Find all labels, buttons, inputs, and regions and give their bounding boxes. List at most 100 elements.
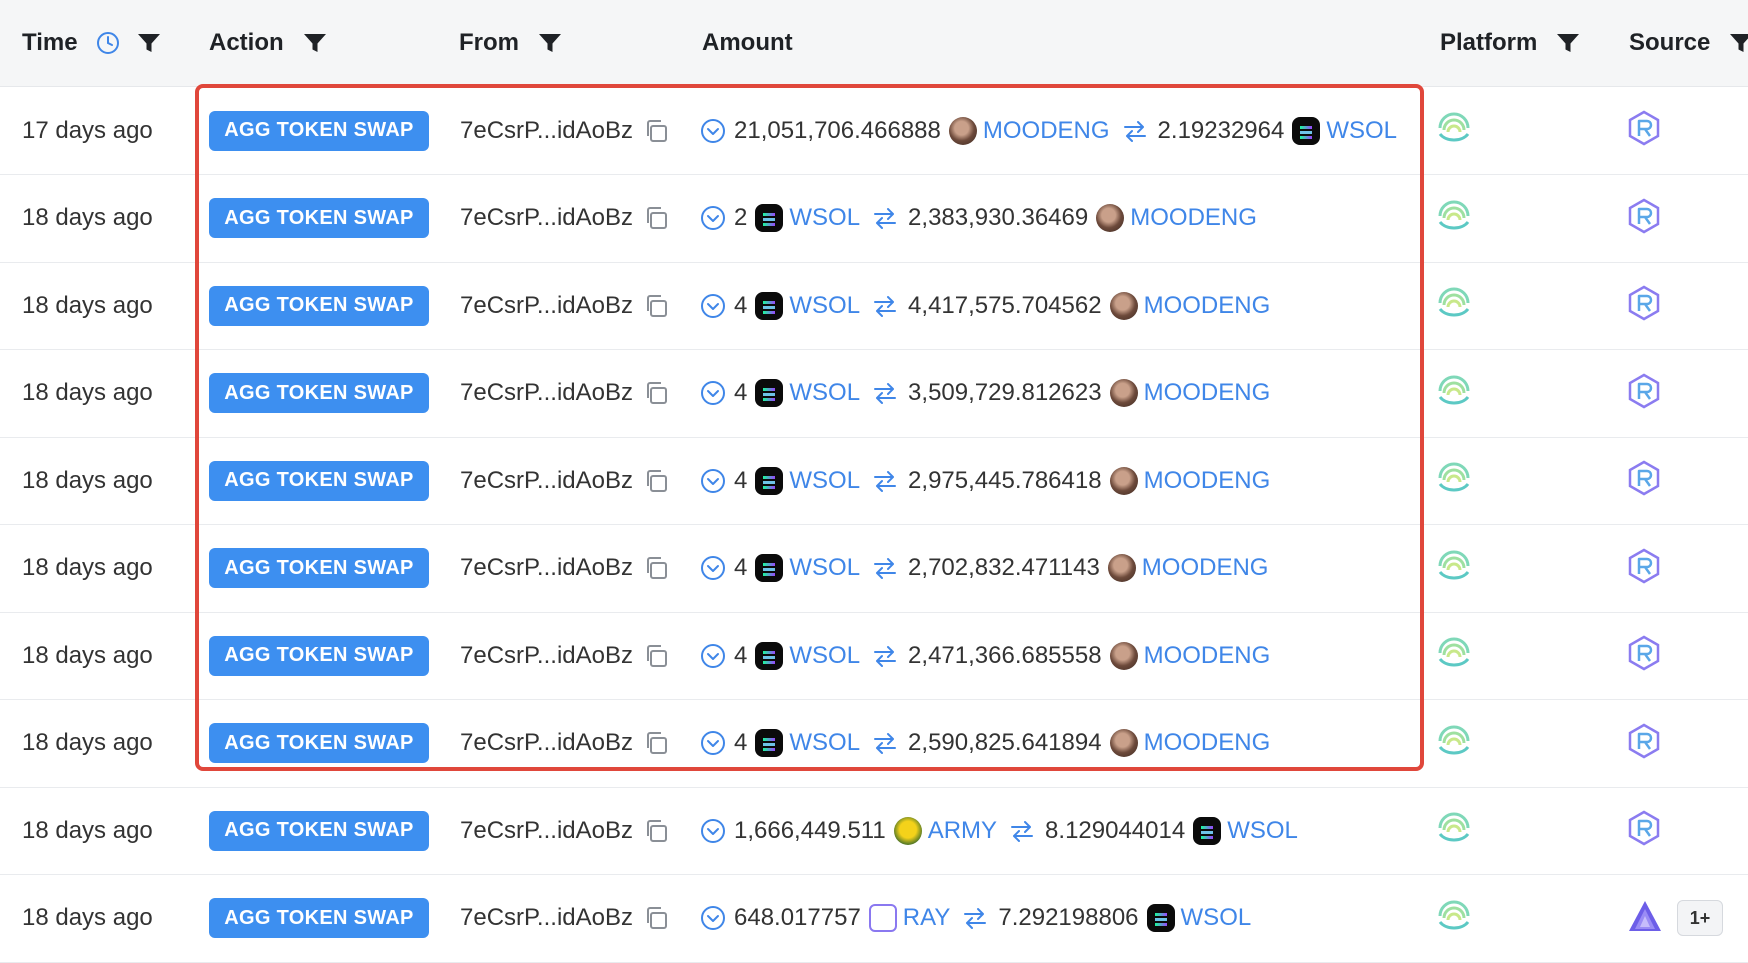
token-out-link[interactable]: MOODENG — [1144, 379, 1271, 407]
platform-logo-icon[interactable] — [1436, 373, 1472, 414]
platform-logo-icon[interactable] — [1436, 198, 1472, 239]
copy-icon[interactable] — [643, 818, 669, 844]
filter-icon[interactable] — [302, 31, 328, 55]
raydium-icon[interactable] — [1627, 285, 1661, 326]
swap-arrows-icon — [872, 557, 898, 579]
action-cell: AGG TOKEN SWAP — [209, 175, 429, 262]
token-in-link[interactable]: RAY — [903, 904, 951, 932]
from-address-link[interactable]: 7eCsrP...idAoBz — [460, 467, 633, 495]
copy-icon[interactable] — [643, 293, 669, 319]
action-badge[interactable]: AGG TOKEN SWAP — [209, 548, 429, 588]
action-badge[interactable]: AGG TOKEN SWAP — [209, 373, 429, 413]
token-in-link[interactable]: WSOL — [789, 554, 860, 582]
action-badge[interactable]: AGG TOKEN SWAP — [209, 635, 429, 676]
time-cell: 18 days ago — [22, 612, 153, 699]
token-out-link[interactable]: MOODENG — [1144, 642, 1271, 670]
copy-icon[interactable] — [643, 118, 669, 144]
amount-in-value: 4 — [734, 291, 748, 319]
action-badge[interactable]: AGG TOKEN SWAP — [209, 460, 429, 501]
raydium-icon[interactable] — [1627, 460, 1661, 501]
chevron-down-icon[interactable] — [700, 730, 726, 756]
chevron-down-icon[interactable] — [700, 205, 726, 231]
action-badge[interactable]: AGG TOKEN SWAP — [209, 110, 429, 151]
chevron-down-icon[interactable] — [700, 118, 726, 144]
token-in-link[interactable]: WSOL — [789, 379, 860, 407]
from-address-link[interactable]: 7eCsrP...idAoBz — [460, 642, 633, 670]
raydium-icon[interactable] — [1627, 198, 1661, 239]
filter-icon[interactable] — [1555, 31, 1581, 55]
copy-icon[interactable] — [643, 380, 669, 406]
token-in-link[interactable]: WSOL — [789, 642, 860, 670]
from-address-link[interactable]: 7eCsrP...idAoBz — [460, 204, 633, 232]
filter-icon[interactable] — [136, 31, 162, 55]
chevron-down-icon[interactable] — [700, 555, 726, 581]
amount-cell: 4 WSOL 2,590,825.641894 MOODENG — [700, 700, 1270, 787]
from-address-link[interactable]: 7eCsrP...idAoBz — [460, 817, 633, 845]
token-in-link[interactable]: MOODENG — [983, 117, 1110, 145]
raydium-icon[interactable] — [1627, 373, 1661, 414]
copy-icon[interactable] — [643, 730, 669, 756]
raydium-icon[interactable] — [1627, 810, 1661, 851]
token-in-link[interactable]: WSOL — [789, 204, 860, 232]
table-row: 18 days ago AGG TOKEN SWAP 7eCsrP...idAoBz… — [0, 262, 1748, 350]
raydium-icon[interactable] — [1627, 723, 1661, 764]
meteora-icon[interactable] — [1627, 899, 1663, 938]
token-out-link[interactable]: MOODENG — [1144, 467, 1271, 495]
token-out-link[interactable]: MOODENG — [1144, 292, 1271, 320]
chevron-down-icon[interactable] — [700, 293, 726, 319]
token-out-link[interactable]: WSOL — [1326, 117, 1397, 145]
token-in-link[interactable]: ARMY — [928, 817, 997, 845]
platform-logo-icon[interactable] — [1436, 898, 1472, 939]
action-badge[interactable]: AGG TOKEN SWAP — [209, 285, 429, 326]
platform-logo-icon[interactable] — [1436, 548, 1472, 589]
from-address-link[interactable]: 7eCsrP...idAoBz — [460, 117, 633, 145]
action-badge[interactable]: AGG TOKEN SWAP — [209, 198, 429, 238]
copy-icon[interactable] — [643, 468, 669, 494]
action-badge[interactable]: AGG TOKEN SWAP — [209, 723, 429, 763]
copy-icon[interactable] — [643, 643, 669, 669]
chevron-down-icon[interactable] — [700, 380, 726, 406]
raydium-icon[interactable] — [1627, 635, 1661, 676]
token-out-link[interactable]: WSOL — [1181, 904, 1252, 932]
chevron-down-icon[interactable] — [700, 468, 726, 494]
token-out-link[interactable]: MOODENG — [1130, 204, 1257, 232]
from-address-link[interactable]: 7eCsrP...idAoBz — [460, 554, 633, 582]
token-in-link[interactable]: WSOL — [789, 467, 860, 495]
token-out-link[interactable]: MOODENG — [1144, 729, 1271, 757]
more-sources-badge[interactable]: 1+ — [1677, 900, 1723, 936]
action-badge[interactable]: AGG TOKEN SWAP — [209, 898, 429, 938]
copy-icon[interactable] — [643, 555, 669, 581]
filter-icon[interactable] — [537, 31, 563, 55]
token-out-link[interactable]: WSOL — [1227, 817, 1298, 845]
amount-out-value: 3,509,729.812623 — [908, 379, 1102, 406]
platform-logo-icon[interactable] — [1436, 110, 1472, 151]
time-cell: 17 days ago — [22, 87, 153, 174]
amount-in-value: 4 — [734, 641, 748, 669]
chevron-down-icon[interactable] — [700, 905, 726, 931]
from-address-link[interactable]: 7eCsrP...idAoBz — [460, 729, 633, 757]
raydium-icon[interactable] — [1627, 548, 1661, 589]
platform-logo-icon[interactable] — [1436, 635, 1472, 676]
clock-icon[interactable] — [96, 31, 120, 55]
token-in-link[interactable]: WSOL — [789, 292, 860, 320]
chevron-down-icon[interactable] — [700, 643, 726, 669]
platform-logo-icon[interactable] — [1436, 460, 1472, 501]
chevron-down-icon[interactable] — [700, 818, 726, 844]
from-address-link[interactable]: 7eCsrP...idAoBz — [460, 292, 633, 320]
amount-in-value: 1,666,449.511 — [734, 816, 886, 844]
raydium-icon[interactable] — [1627, 110, 1661, 151]
action-badge[interactable]: AGG TOKEN SWAP — [209, 810, 429, 851]
token-in-link[interactable]: WSOL — [789, 729, 860, 757]
filter-icon[interactable] — [1728, 31, 1748, 55]
copy-icon[interactable] — [643, 205, 669, 231]
platform-logo-icon[interactable] — [1436, 285, 1472, 326]
moodeng-token-icon — [1107, 554, 1136, 582]
action-cell: AGG TOKEN SWAP — [209, 262, 429, 349]
from-address-link[interactable]: 7eCsrP...idAoBz — [460, 904, 633, 932]
copy-icon[interactable] — [643, 905, 669, 931]
time-cell: 18 days ago — [22, 262, 153, 349]
from-address-link[interactable]: 7eCsrP...idAoBz — [460, 379, 633, 407]
platform-logo-icon[interactable] — [1436, 723, 1472, 764]
token-out-link[interactable]: MOODENG — [1142, 554, 1269, 582]
platform-logo-icon[interactable] — [1436, 810, 1472, 851]
